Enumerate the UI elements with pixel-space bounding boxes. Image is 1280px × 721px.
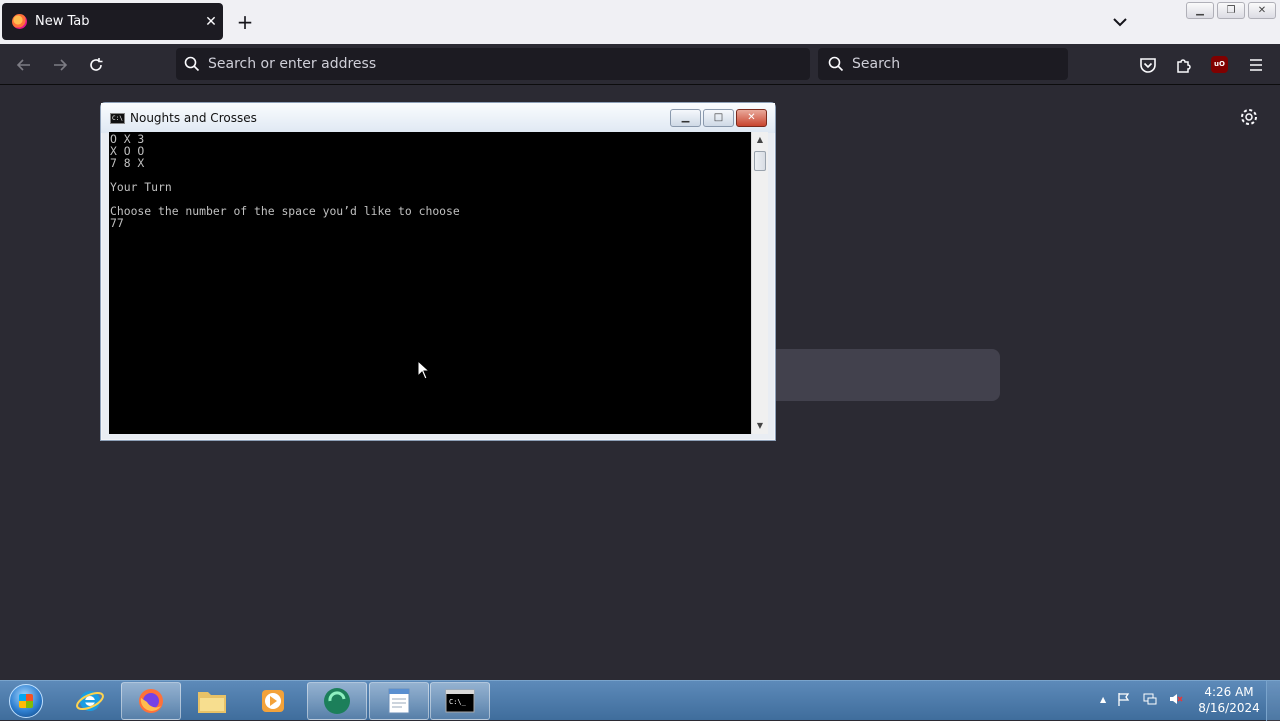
menu-icon[interactable] — [1246, 55, 1266, 75]
scroll-up-button[interactable]: ▲ — [752, 132, 768, 148]
scroll-thumb[interactable] — [754, 151, 766, 171]
clock-time: 4:26 AM — [1204, 685, 1254, 699]
taskbar: C:\_ ▲ 4:26 AM 8/16/2024 — [0, 680, 1280, 721]
system-tray: ▲ — [1100, 691, 1184, 707]
newtab-search-box[interactable] — [740, 349, 1000, 401]
gear-icon[interactable] — [1239, 107, 1259, 127]
console-maximize-button[interactable]: □ — [703, 109, 734, 127]
taskbar-command-prompt[interactable]: C:\_ — [430, 682, 490, 720]
firefox-icon — [139, 689, 163, 713]
new-tab-button[interactable]: + — [233, 10, 257, 34]
taskbar-app-green[interactable] — [307, 682, 367, 720]
reload-icon[interactable] — [86, 55, 106, 75]
tray-expand-icon[interactable]: ▲ — [1100, 695, 1106, 704]
search-input[interactable] — [852, 56, 1052, 72]
forward-icon[interactable] — [50, 55, 70, 75]
search-icon — [184, 56, 200, 72]
search-icon — [828, 56, 844, 72]
console-screen[interactable]: O X 3 X O O 7 8 X Your Turn Choose the n… — [109, 132, 751, 434]
extensions-icon[interactable] — [1174, 55, 1194, 75]
address-bar[interactable] — [176, 48, 810, 80]
back-icon[interactable] — [14, 55, 34, 75]
console-window[interactable]: C:\ Noughts and Crosses ▁ □ ✕ O X 3 X O … — [100, 102, 776, 441]
notepad-icon — [388, 688, 410, 714]
folder-icon — [198, 692, 226, 713]
svg-text:C:\_: C:\_ — [449, 698, 467, 706]
taskbar-notepad[interactable] — [369, 682, 429, 720]
start-button[interactable] — [3, 681, 49, 721]
firefox-icon — [12, 14, 27, 29]
clock-date: 8/16/2024 — [1198, 701, 1260, 715]
show-desktop-button[interactable] — [1266, 681, 1280, 721]
green-app-icon — [324, 688, 350, 714]
tab-new-tab[interactable]: New Tab ✕ — [2, 3, 223, 40]
restore-button[interactable]: ❐ — [1217, 2, 1245, 19]
volume-muted-icon[interactable] — [1168, 691, 1184, 707]
address-input[interactable] — [208, 56, 728, 72]
window-controls: ▁ ❐ ✕ — [1186, 2, 1276, 19]
windows-orb-icon — [9, 684, 43, 718]
taskbar-media-player[interactable] — [243, 682, 303, 720]
system-clock[interactable]: 4:26 AM 8/16/2024 — [1196, 684, 1262, 716]
taskbar-file-explorer[interactable] — [182, 682, 242, 720]
console-close-button[interactable]: ✕ — [736, 109, 767, 127]
console-title: Noughts and Crosses — [130, 111, 257, 125]
console-minimize-button[interactable]: ▁ — [670, 109, 701, 127]
internet-explorer-icon — [76, 691, 104, 711]
tab-strip: New Tab ✕ + ▁ ❐ ✕ — [0, 0, 1280, 44]
navigation-toolbar: uO — [0, 44, 1280, 85]
taskbar-internet-explorer[interactable] — [60, 682, 120, 720]
command-prompt-icon: C:\_ — [445, 689, 475, 713]
close-button[interactable]: ✕ — [1248, 2, 1276, 19]
action-center-flag-icon[interactable] — [1116, 691, 1132, 707]
search-bar[interactable] — [818, 48, 1068, 80]
media-player-icon — [262, 690, 284, 712]
taskbar-firefox[interactable] — [121, 682, 181, 720]
pocket-icon[interactable] — [1138, 55, 1158, 75]
network-icon[interactable] — [1142, 691, 1158, 707]
minimize-button[interactable]: ▁ — [1186, 2, 1214, 19]
console-output: O X 3 X O O 7 8 X Your Turn Choose the n… — [110, 132, 460, 230]
ublock-icon[interactable]: uO — [1211, 56, 1228, 73]
tab-title: New Tab — [35, 14, 90, 29]
console-window-controls: ▁ □ ✕ — [670, 109, 767, 127]
mouse-cursor-icon — [417, 360, 431, 380]
console-scrollbar[interactable]: ▲ ▼ — [751, 132, 768, 434]
chevron-down-icon[interactable] — [1110, 12, 1130, 32]
tab-close-button[interactable]: ✕ — [199, 14, 223, 30]
cmd-icon: C:\ — [110, 112, 125, 124]
scroll-down-button[interactable]: ▼ — [752, 418, 768, 434]
